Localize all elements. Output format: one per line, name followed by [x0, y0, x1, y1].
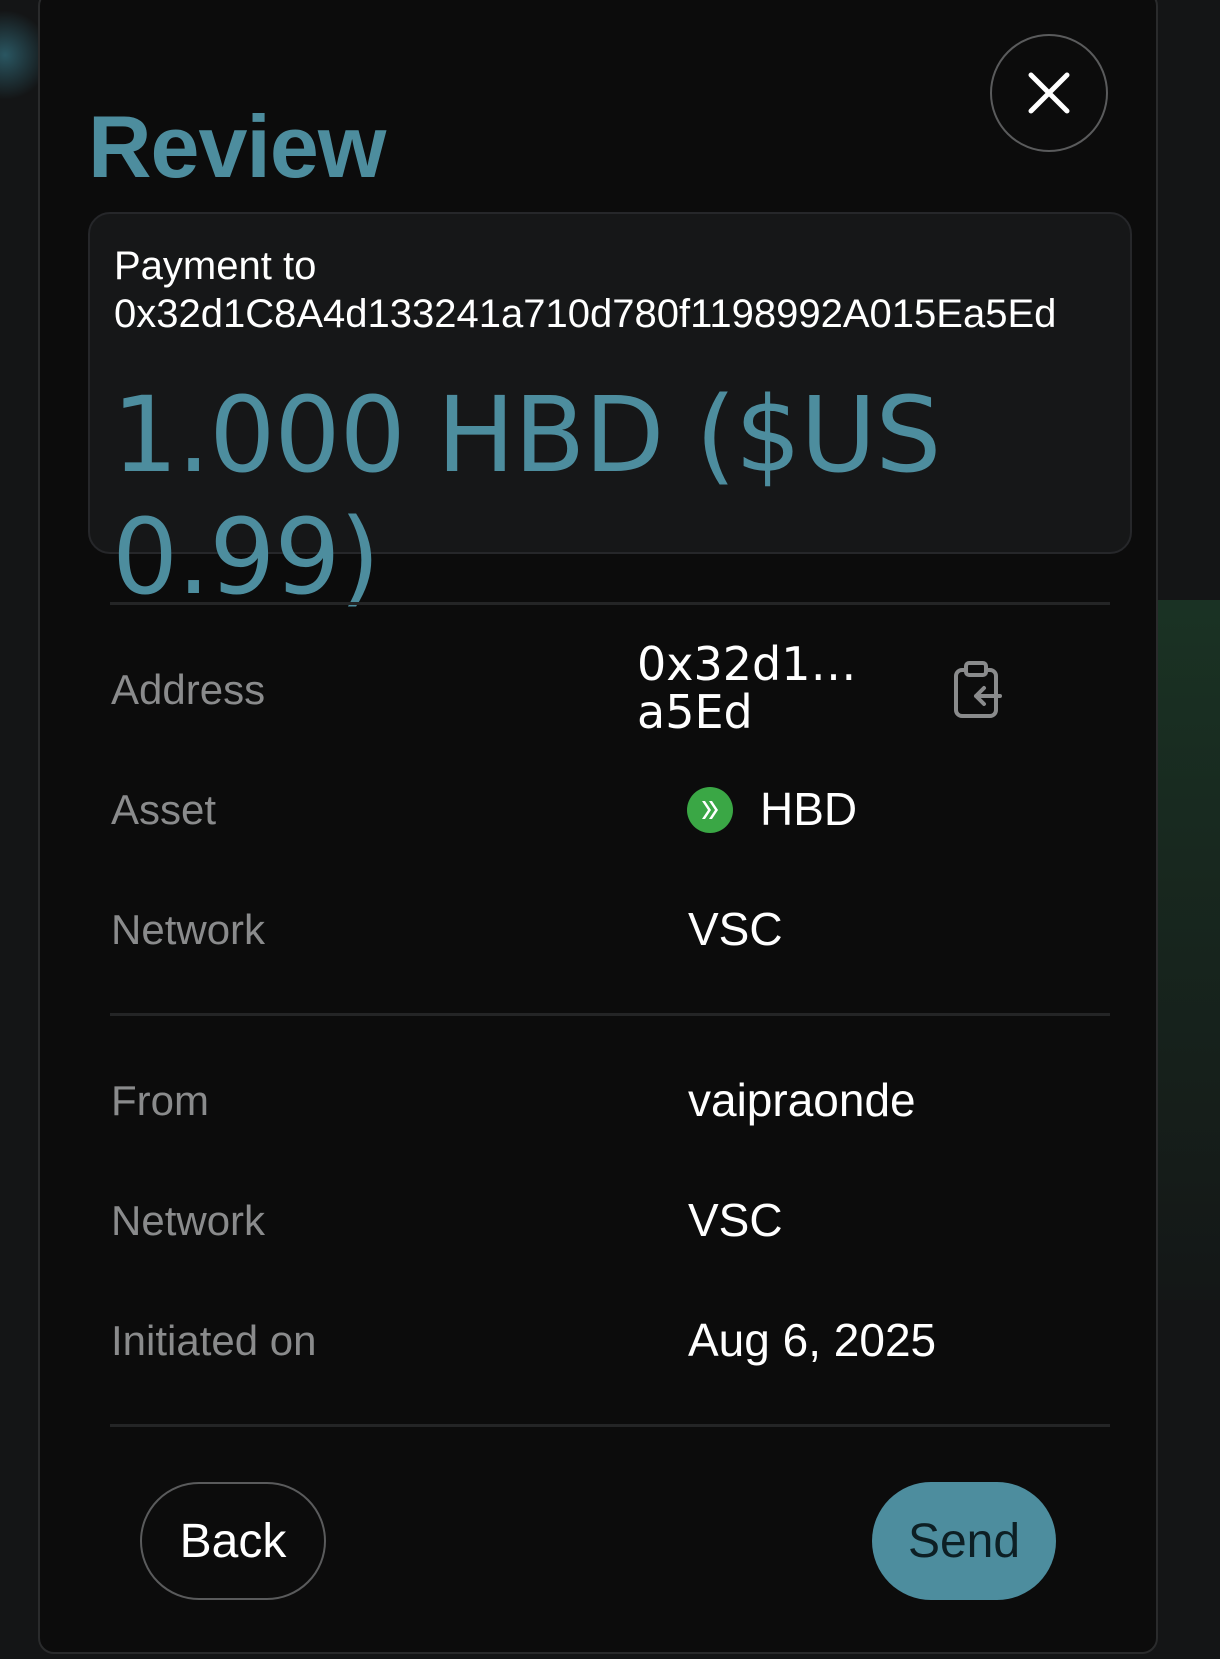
payment-amount: 1.000 HBD ($US 0.99) [112, 374, 941, 618]
modal-title: Review [88, 97, 386, 196]
payment-recipient: Payment to 0x32d1C8A4d133241a710d780f119… [114, 242, 1124, 338]
clipboard-paste-icon[interactable] [950, 660, 1006, 720]
background-glow [1150, 600, 1220, 1300]
address-label: Address [111, 666, 266, 713]
divider [110, 1013, 1110, 1016]
address-value: 0x32d1… a5Ed [637, 640, 857, 736]
address-value-line1: 0x32d1… [637, 637, 857, 691]
address-value-line2: a5Ed [637, 685, 753, 739]
asset-label: Asset [111, 786, 217, 833]
initiated-label: Initiated on [111, 1317, 317, 1364]
from-label: From [111, 1077, 209, 1124]
asset-value: HBD [760, 783, 858, 835]
payment-to-label: Payment to [114, 244, 317, 288]
network-value: VSC [688, 903, 783, 955]
close-icon [1028, 72, 1070, 114]
payment-summary-card: Payment to 0x32d1C8A4d133241a710d780f119… [88, 212, 1132, 618]
divider [110, 1424, 1110, 1427]
back-button[interactable]: Back [140, 1482, 326, 1600]
initiated-value: Aug 6, 2025 [688, 1314, 937, 1366]
hive-icon [687, 787, 733, 833]
recipient-address: 0x32d1C8A4d133241a710d780f1198992A015Ea5… [114, 292, 1057, 336]
network-label: Network [111, 906, 266, 953]
close-button[interactable] [990, 34, 1108, 152]
send-button[interactable]: Send [872, 1482, 1056, 1600]
from-network-label: Network [111, 1197, 266, 1244]
from-network-value: VSC [688, 1194, 783, 1246]
from-value: vaipraonde [688, 1074, 916, 1126]
divider [110, 602, 1110, 605]
